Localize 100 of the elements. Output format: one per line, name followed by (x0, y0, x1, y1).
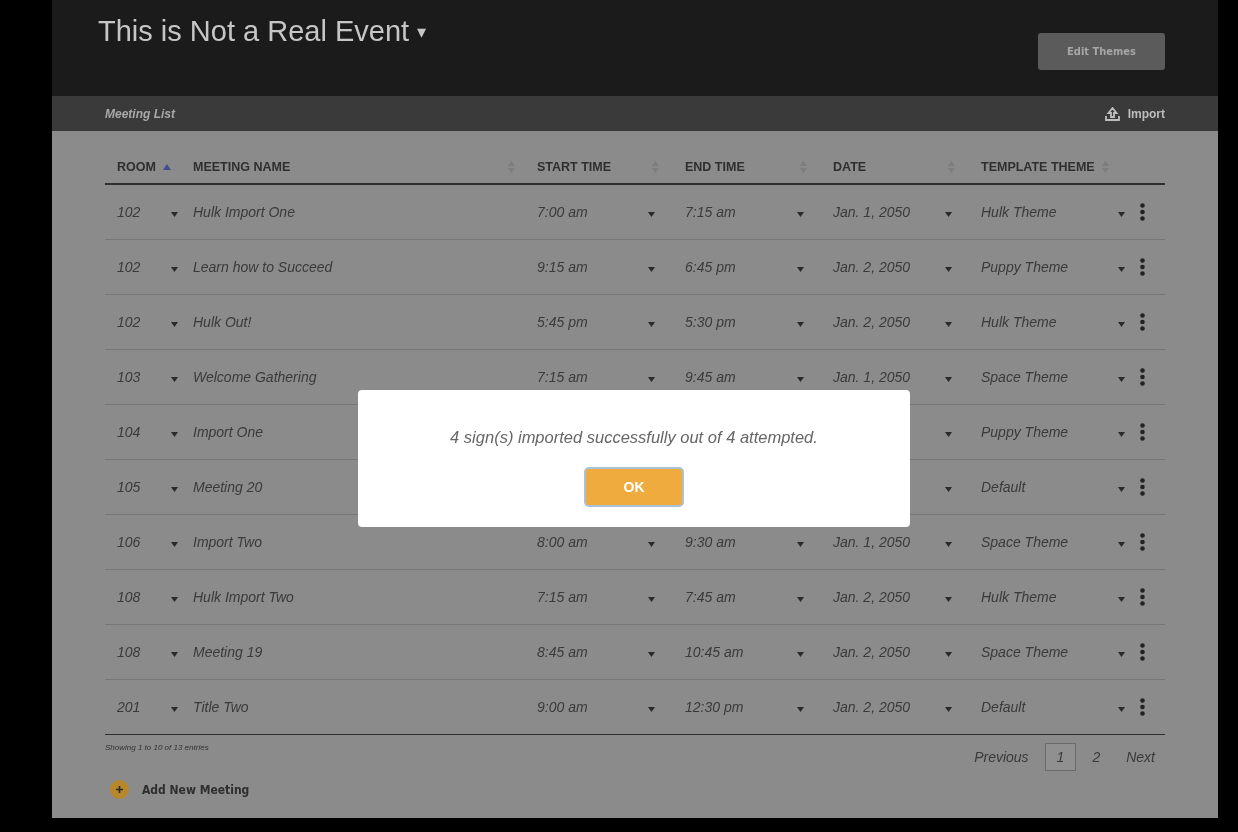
table-cell: Hulk Out! (193, 314, 252, 330)
table-cell: Jan. 2, 2050 (833, 644, 911, 660)
caret-icon (1118, 486, 1125, 492)
table-cell: Space Theme (981, 644, 1069, 660)
more-options-icon (1140, 313, 1145, 331)
table-cell: 201 (117, 699, 141, 715)
caret-icon (648, 266, 655, 272)
table-cell: 7:15 am (685, 204, 736, 220)
table-cell: Jan. 1, 2050 (833, 204, 911, 220)
table-cell: Hulk Theme (981, 314, 1057, 330)
plus-icon (110, 780, 129, 799)
table-cell: Jan. 1, 2050 (833, 534, 911, 550)
caret-icon (945, 266, 952, 272)
table-cell: Jan. 2, 2050 (833, 699, 911, 715)
caret-icon (648, 596, 655, 602)
table-cell: 5:45 pm (537, 314, 588, 330)
column-header[interactable]: MEETING NAME (193, 159, 291, 174)
caret-icon (648, 321, 655, 327)
caret-icon (1118, 596, 1125, 602)
ok-button[interactable]: OK (584, 467, 684, 507)
table-cell: 6:45 pm (685, 259, 736, 275)
caret-icon (945, 376, 952, 382)
column-header[interactable]: ROOM (117, 159, 156, 174)
more-options-icon (1140, 533, 1145, 551)
table-cell: 102 (117, 259, 141, 275)
caret-icon (648, 706, 655, 712)
caret-icon (648, 541, 655, 547)
import-button[interactable]: Import (1103, 106, 1165, 121)
table-cell: Default (981, 479, 1026, 495)
table-cell: 12:30 pm (685, 699, 744, 715)
table-cell: 7:45 am (685, 589, 736, 605)
column-header[interactable]: END TIME (685, 159, 745, 174)
table-cell: 9:30 am (685, 534, 736, 550)
page-button[interactable]: 2 (1082, 743, 1111, 771)
dropdown-caret[interactable]: ▾ (417, 20, 427, 43)
table-cell: Puppy Theme (981, 424, 1069, 440)
table-cell: 7:00 am (537, 204, 588, 220)
event-title[interactable]: This is Not a Real Event (98, 15, 410, 48)
caret-icon (797, 321, 804, 327)
caret-icon (945, 541, 952, 547)
table-cell: Default (981, 699, 1026, 715)
table-cell: Hulk Theme (981, 204, 1057, 220)
table-cell: 108 (117, 644, 141, 660)
caret-icon (945, 321, 952, 327)
caret-icon (648, 651, 655, 657)
column-header[interactable]: DATE (833, 159, 867, 174)
caret-icon (171, 266, 178, 272)
caret-icon (648, 211, 655, 217)
table-cell: 8:45 am (537, 644, 588, 660)
caret-icon (171, 431, 178, 437)
caret-icon (1118, 376, 1125, 382)
edit-themes-button[interactable]: Edit Themes (1038, 33, 1165, 70)
caret-icon (945, 486, 952, 492)
table-cell: 7:15 am (537, 369, 588, 385)
caret-icon (171, 376, 178, 382)
table-cell: 9:45 am (685, 369, 736, 385)
caret-icon (171, 706, 178, 712)
column-header[interactable]: TEMPLATE THEME (981, 159, 1095, 174)
caret-icon (945, 211, 952, 217)
caret-icon (171, 651, 178, 657)
caret-icon (797, 706, 804, 712)
caret-icon (945, 596, 952, 602)
more-options-icon (1140, 258, 1145, 276)
caret-icon (1118, 651, 1125, 657)
table-cell: Learn how to Succeed (193, 259, 333, 275)
caret-icon (797, 541, 804, 547)
caret-icon (797, 596, 804, 602)
caret-icon (1118, 541, 1125, 547)
more-options-icon (1140, 368, 1145, 386)
previous-link[interactable]: Previous (964, 743, 1039, 771)
caret-icon (797, 376, 804, 382)
table-cell: 9:00 am (537, 699, 588, 715)
next-link[interactable]: Next (1116, 743, 1165, 771)
caret-icon (1118, 211, 1125, 217)
add-meeting-button[interactable]: Add New Meeting (105, 780, 250, 799)
table-cell: Title Two (193, 699, 249, 715)
upload-icon (1103, 106, 1121, 121)
more-options-icon (1140, 643, 1145, 661)
table-cell: 8:00 am (537, 534, 588, 550)
column-header[interactable]: START TIME (537, 159, 612, 174)
caret-icon (171, 486, 178, 492)
table-cell: 5:30 pm (685, 314, 736, 330)
dialog-message: 4 sign(s) imported successfully out of 4 attempted. (450, 428, 818, 447)
table-cell: Import One (193, 424, 264, 440)
table-cell: 104 (117, 424, 141, 440)
table-cell: Meeting 20 (193, 479, 263, 495)
table-cell: 106 (117, 534, 141, 550)
caret-icon (171, 321, 178, 327)
table-cell: Import Two (193, 534, 262, 550)
table-cell: 102 (117, 314, 141, 330)
table-cell: Jan. 2, 2050 (833, 259, 911, 275)
table-cell: Jan. 1, 2050 (833, 369, 911, 385)
table-cell: 108 (117, 589, 141, 605)
table-cell: Puppy Theme (981, 259, 1069, 275)
more-options-icon (1140, 588, 1145, 606)
caret-icon (1118, 431, 1125, 437)
page-button[interactable]: 1 (1044, 743, 1077, 771)
table-cell: Space Theme (981, 534, 1069, 550)
table-cell: 7:15 am (537, 589, 588, 605)
table-cell: Jan. 2, 2050 (833, 314, 911, 330)
